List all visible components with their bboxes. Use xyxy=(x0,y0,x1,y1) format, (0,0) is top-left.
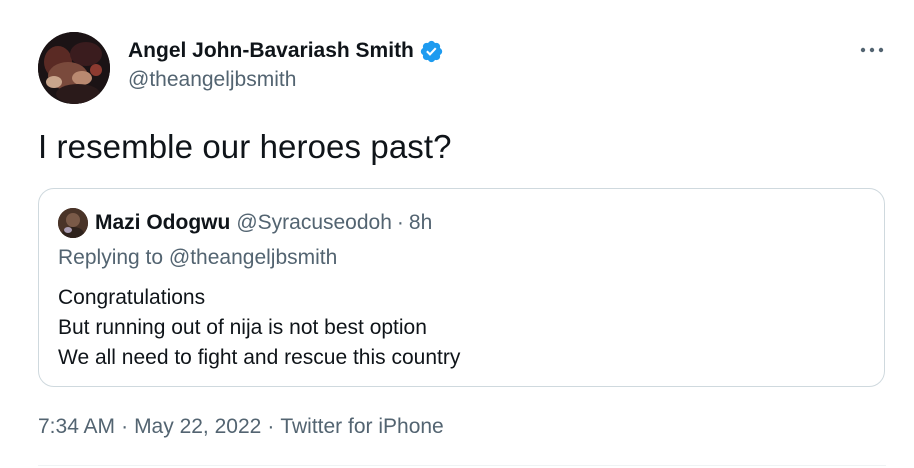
quoted-tweet-header: Mazi Odogwu @Syracuseodoh · 8h xyxy=(95,209,432,237)
quoted-timestamp[interactable]: 8h xyxy=(409,211,432,235)
quoted-text-line: Congratulations xyxy=(58,286,206,309)
tweet-card: Angel John-Bavariash Smith @theangeljbsm… xyxy=(0,0,914,468)
meta-separator: · xyxy=(121,415,129,438)
more-options-icon[interactable] xyxy=(858,40,886,60)
quoted-author-name[interactable]: Mazi Odogwu xyxy=(95,211,230,235)
verified-badge-icon xyxy=(419,39,444,64)
quoted-tweet-text: Congratulations But running out of nija … xyxy=(58,283,460,373)
divider xyxy=(38,465,886,466)
tweet-source-link[interactable]: Twitter for iPhone xyxy=(280,415,443,439)
author-avatar[interactable] xyxy=(38,32,110,104)
quoted-author-handle[interactable]: @Syracuseodoh xyxy=(236,211,392,235)
tweet-time-link[interactable]: 7:34 AM xyxy=(38,415,115,439)
meta-separator: · xyxy=(267,415,275,438)
tweet-metadata: 7:34 AM · May 22, 2022 · Twitter for iPh… xyxy=(38,415,444,439)
author-name-row: Angel John-Bavariash Smith xyxy=(128,37,444,65)
author-display-name[interactable]: Angel John-Bavariash Smith xyxy=(128,39,414,63)
quoted-text-line: We all need to fight and rescue this cou… xyxy=(58,346,461,369)
quoted-separator: · xyxy=(396,211,404,234)
quoted-text-line: But running out of nija is not best opti… xyxy=(58,316,427,339)
author-handle[interactable]: @theangeljbsmith xyxy=(128,68,296,92)
replying-to-label: Replying to @theangeljbsmith xyxy=(58,246,338,269)
tweet-text: I resemble our heroes past? xyxy=(38,128,452,165)
quoted-author-avatar[interactable] xyxy=(58,208,88,238)
tweet-date-link[interactable]: May 22, 2022 xyxy=(134,415,261,439)
quoted-tweet[interactable]: Mazi Odogwu @Syracuseodoh · 8h Replying … xyxy=(38,188,885,387)
